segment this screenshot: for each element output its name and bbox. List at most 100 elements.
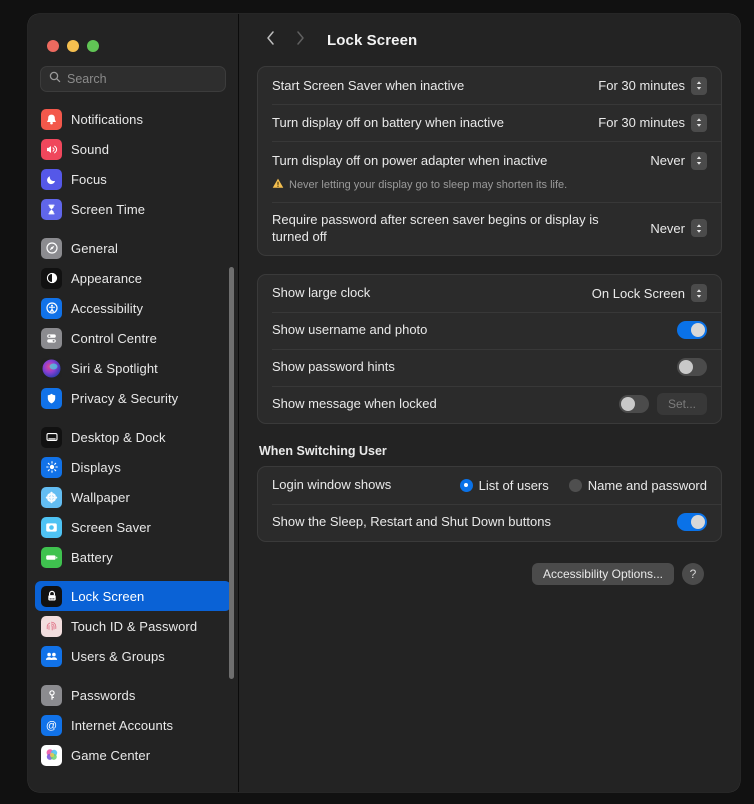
sleep-restart-shutdown-toggle[interactable]: [677, 513, 707, 532]
sidebar-item-focus[interactable]: Focus: [35, 164, 231, 194]
sidebar-item-privacy-security[interactable]: Privacy & Security: [35, 383, 231, 413]
warning-message: Never letting your display go to sleep m…: [272, 178, 707, 196]
row-label: Login window shows: [272, 477, 392, 493]
sidebar-group-5: Passwords @ Internet Accounts Game Cente…: [35, 680, 231, 779]
popup-value: On Lock Screen: [591, 285, 685, 301]
row-label: Require password after screen saver begi…: [272, 211, 599, 245]
row-show-username-photo[interactable]: Show username and photo: [258, 311, 721, 349]
show-password-hints-toggle[interactable]: [677, 358, 707, 377]
accessibility-options-button[interactable]: Accessibility Options...: [531, 562, 674, 585]
radio-button[interactable]: [568, 478, 582, 492]
display-off-power-popup[interactable]: Never: [650, 151, 707, 170]
radio-option-list-of-users[interactable]: List of users: [459, 477, 549, 493]
set-message-button[interactable]: Set...: [656, 393, 707, 416]
close-button[interactable]: [47, 40, 59, 52]
row-require-password[interactable]: Require password after screen saver begi…: [258, 201, 721, 255]
popup-value: For 30 minutes: [598, 115, 685, 130]
sidebar-item-users-groups[interactable]: Users & Groups: [35, 641, 231, 671]
sidebar-group-1: Notifications Sound Focus Screen Time: [35, 104, 231, 233]
row-label: Turn display off on power adapter when i…: [272, 153, 548, 168]
search-input[interactable]: [67, 72, 217, 86]
sidebar-item-general[interactable]: General: [35, 233, 231, 263]
chevron-updown-icon: [691, 219, 707, 238]
row-show-sleep-restart-shutdown[interactable]: Show the Sleep, Restart and Shut Down bu…: [258, 503, 721, 541]
sidebar-item-screen-saver[interactable]: Screen Saver: [35, 512, 231, 542]
sidebar-item-label: Internet Accounts: [71, 717, 174, 733]
privacy-security-icon: [41, 387, 62, 409]
sidebar-item-game-center[interactable]: Game Center: [35, 740, 231, 770]
switching-user-heading: When Switching User: [259, 443, 387, 458]
sidebar-scrollbar[interactable]: [229, 267, 234, 679]
display-off-battery-popup[interactable]: For 30 minutes: [598, 113, 707, 132]
chevron-updown-icon: [691, 151, 707, 170]
battery-icon: [41, 546, 62, 568]
sound-icon: [41, 138, 62, 160]
radio-option-name-and-password[interactable]: Name and password: [568, 477, 707, 493]
row-start-screen-saver[interactable]: Start Screen Saver when inactive For 30 …: [258, 67, 721, 104]
large-clock-popup[interactable]: On Lock Screen: [591, 284, 707, 303]
displays-icon: [41, 456, 62, 478]
timers-group: Start Screen Saver when inactive For 30 …: [257, 66, 722, 256]
notifications-icon: [41, 108, 62, 130]
radio-button[interactable]: [459, 478, 473, 492]
row-login-window-shows[interactable]: Login window shows List of users Name an…: [258, 467, 721, 504]
sidebar-item-battery[interactable]: Battery: [35, 542, 231, 572]
help-button[interactable]: ?: [682, 562, 704, 585]
screen-saver-delay-popup[interactable]: For 30 minutes: [598, 76, 707, 95]
back-button[interactable]: [257, 27, 283, 53]
zoom-button[interactable]: [87, 40, 99, 52]
users-groups-icon: [41, 645, 62, 667]
sidebar-item-accessibility[interactable]: Accessibility: [35, 293, 231, 323]
row-show-message-when-locked[interactable]: Show message when locked Set...: [258, 385, 721, 423]
row-label: Start Screen Saver when inactive: [272, 77, 465, 93]
sidebar-item-label: Focus: [71, 171, 107, 187]
sidebar-item-appearance[interactable]: Appearance: [35, 263, 231, 293]
show-username-photo-toggle[interactable]: [677, 321, 707, 340]
sidebar-item-label: Displays: [71, 459, 121, 475]
sidebar-item-control-centre[interactable]: Control Centre: [35, 323, 231, 353]
sidebar-item-label: Touch ID & Password: [71, 618, 198, 634]
popup-value: Never: [650, 220, 685, 236]
sidebar-item-siri-spotlight[interactable]: Siri & Spotlight: [35, 353, 231, 383]
row-show-password-hints[interactable]: Show password hints: [258, 348, 721, 386]
minimize-button[interactable]: [67, 40, 79, 52]
sidebar-item-label: Accessibility: [71, 300, 144, 316]
wallpaper-icon: [41, 486, 62, 508]
search-icon: [49, 70, 61, 88]
forward-button[interactable]: [287, 27, 313, 53]
sidebar-item-touch-id-password[interactable]: Touch ID & Password: [35, 611, 231, 641]
switching-user-group: Login window shows List of users Name an…: [257, 465, 722, 542]
page-title: Lock Screen: [327, 31, 418, 49]
sidebar-item-lock-screen[interactable]: Lock Screen: [35, 581, 231, 611]
row-display-off-battery[interactable]: Turn display off on battery when inactiv…: [258, 104, 721, 141]
sidebar-item-label: Notifications: [71, 111, 144, 127]
radio-label: List of users: [478, 477, 549, 493]
lock-screen-icon: [41, 585, 62, 607]
screen-saver-icon: [41, 516, 62, 538]
sidebar-item-label: Siri & Spotlight: [71, 360, 158, 376]
focus-icon: [41, 168, 62, 190]
sidebar-item-notifications[interactable]: Notifications: [35, 104, 231, 134]
sidebar-item-displays[interactable]: Displays: [35, 452, 231, 482]
show-message-locked-toggle[interactable]: [618, 395, 649, 414]
sidebar-item-label: Privacy & Security: [71, 390, 179, 406]
row-show-large-clock[interactable]: Show large clock On Lock Screen: [258, 275, 721, 312]
sidebar-item-wallpaper[interactable]: Wallpaper: [35, 482, 231, 512]
sidebar-item-internet-accounts[interactable]: @ Internet Accounts: [35, 710, 231, 740]
sidebar-item-sound[interactable]: Sound: [35, 134, 231, 164]
chevron-updown-icon: [691, 113, 707, 132]
sidebar-item-passwords[interactable]: Passwords: [35, 680, 231, 710]
require-password-popup[interactable]: Never: [650, 219, 707, 238]
chevron-right-icon: [295, 30, 306, 51]
display-options-group: Show large clock On Lock Screen Show use…: [257, 273, 722, 424]
search-box[interactable]: [40, 66, 226, 92]
game-center-icon: [41, 744, 62, 766]
sidebar-item-screen-time[interactable]: Screen Time: [35, 194, 231, 224]
sidebar-item-label: Lock Screen: [71, 588, 145, 604]
toolbar: Lock Screen: [239, 14, 740, 66]
radio-label: Name and password: [587, 477, 707, 493]
row-display-off-power-adapter[interactable]: Turn display off on power adapter when i…: [258, 141, 721, 202]
sidebar-item-desktop-dock[interactable]: Desktop & Dock: [35, 422, 231, 452]
row-label: Show password hints: [272, 359, 395, 375]
control-centre-icon: [41, 327, 62, 349]
